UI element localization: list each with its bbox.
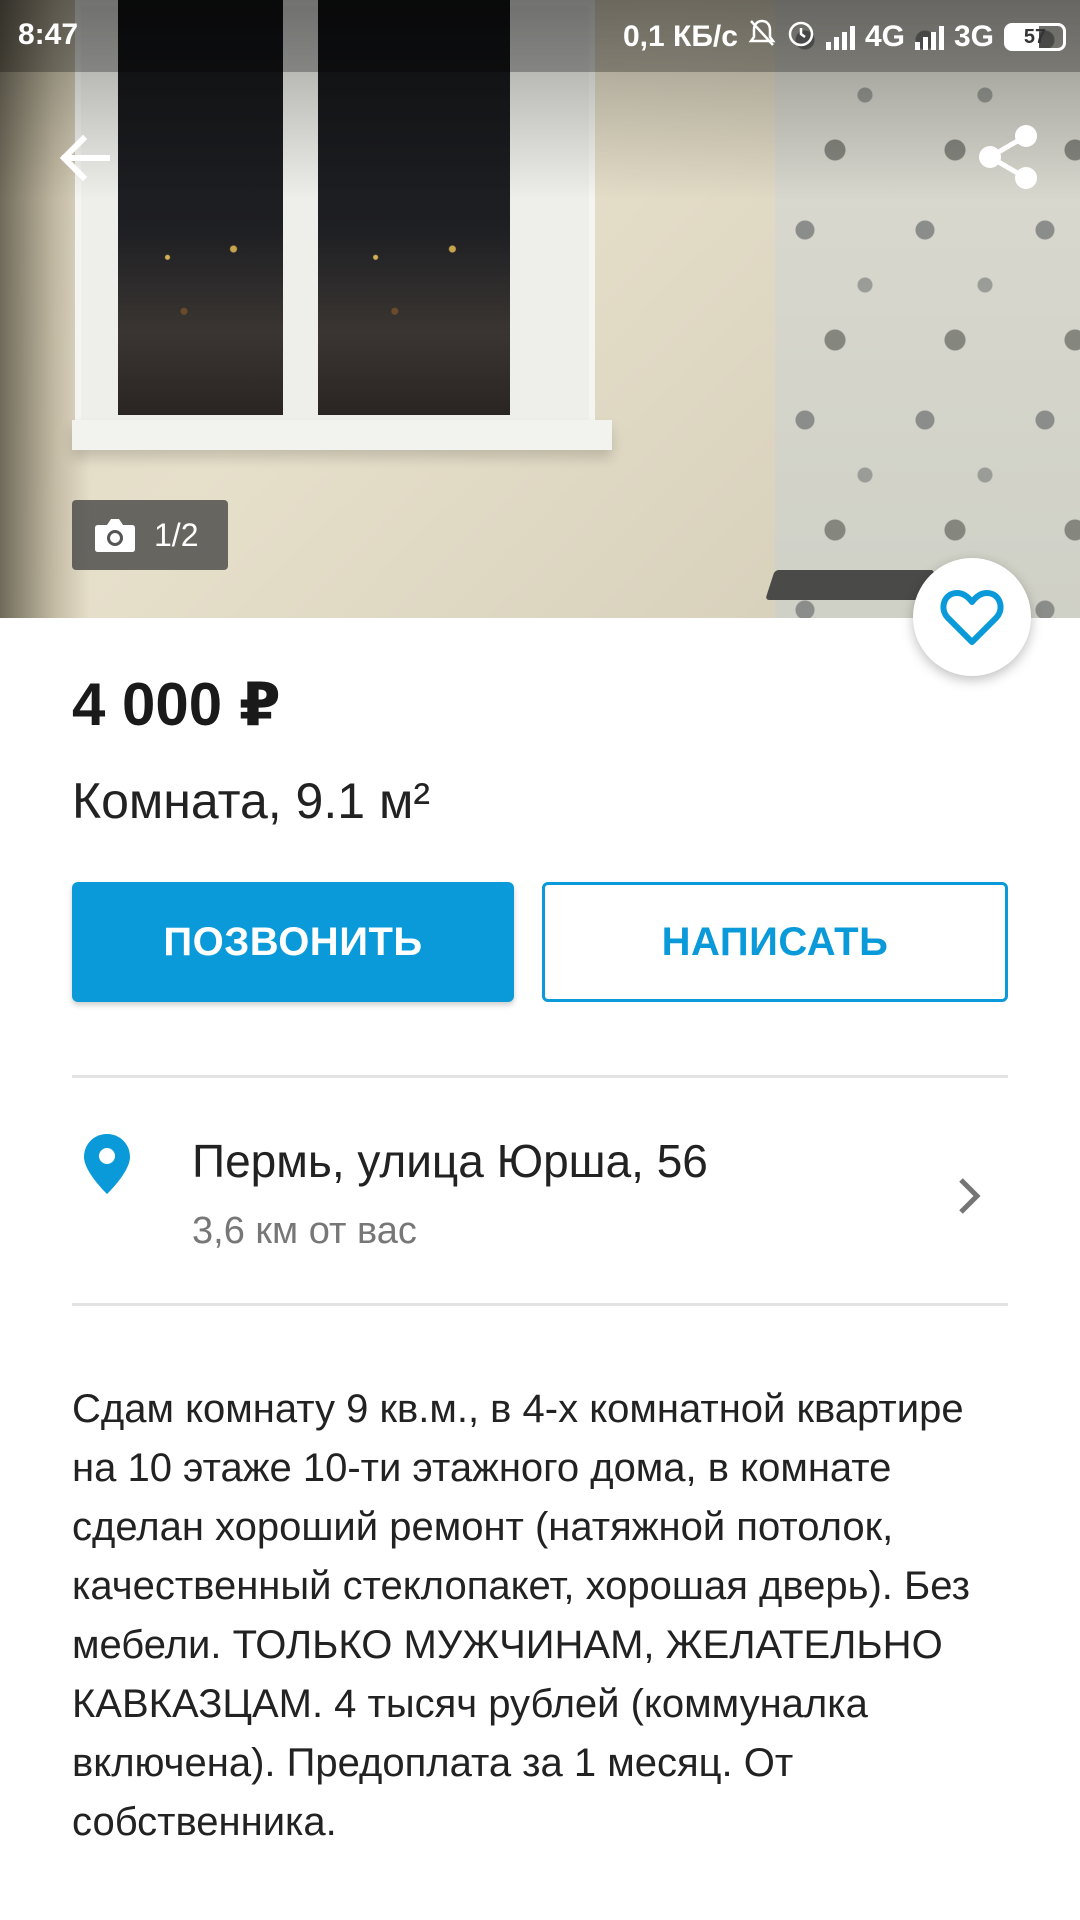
heart-outline-icon	[940, 590, 1004, 645]
status-bar: 8:47 0,1 КБ/с 4G 3G 57	[0, 0, 1080, 72]
address-text: Пермь, улица Юрша, 56	[192, 1135, 708, 1187]
signal-icon	[914, 24, 944, 50]
listing-price: 4 000 ₽	[72, 671, 281, 738]
alarm-icon	[786, 18, 816, 56]
chevron-right-icon	[959, 1178, 981, 1214]
photo-stool	[765, 570, 935, 600]
arrow-left-icon	[59, 134, 110, 182]
divider	[72, 1303, 1008, 1306]
share-icon	[979, 125, 1037, 189]
signal-icon	[825, 24, 855, 50]
call-button[interactable]: ПОЗВОНИТЬ	[72, 882, 514, 1002]
photo-counter: 1/2	[72, 500, 228, 570]
network-type-4g: 4G	[864, 20, 905, 53]
network-type-3g: 3G	[953, 20, 994, 53]
photo-window-sill	[72, 420, 612, 450]
share-button[interactable]	[978, 124, 1040, 190]
status-time: 8:47	[18, 18, 79, 51]
distance-text: 3,6 км от вас	[192, 1210, 417, 1252]
status-indicators: 0,1 КБ/с 4G 3G 57	[623, 18, 1066, 56]
camera-icon	[95, 519, 135, 552]
favorite-button[interactable]	[913, 558, 1031, 676]
location-pin-icon	[84, 1134, 130, 1194]
battery-icon: 57	[1004, 23, 1066, 51]
bell-muted-icon	[748, 18, 776, 56]
address-row[interactable]: Пермь, улица Юрша, 56 3,6 км от вас	[0, 1078, 1080, 1304]
battery-level: 57	[1023, 25, 1047, 48]
listing-description: Сдам комнату 9 кв.м., в 4-х комнатной кв…	[72, 1387, 970, 1844]
write-button[interactable]: НАПИСАТЬ	[542, 882, 1008, 1002]
back-button[interactable]	[55, 128, 115, 188]
photo-counter-text: 1/2	[154, 516, 199, 553]
network-speed: 0,1 КБ/с	[623, 20, 738, 53]
listing-title: Комната, 9.1 м²	[72, 773, 430, 829]
